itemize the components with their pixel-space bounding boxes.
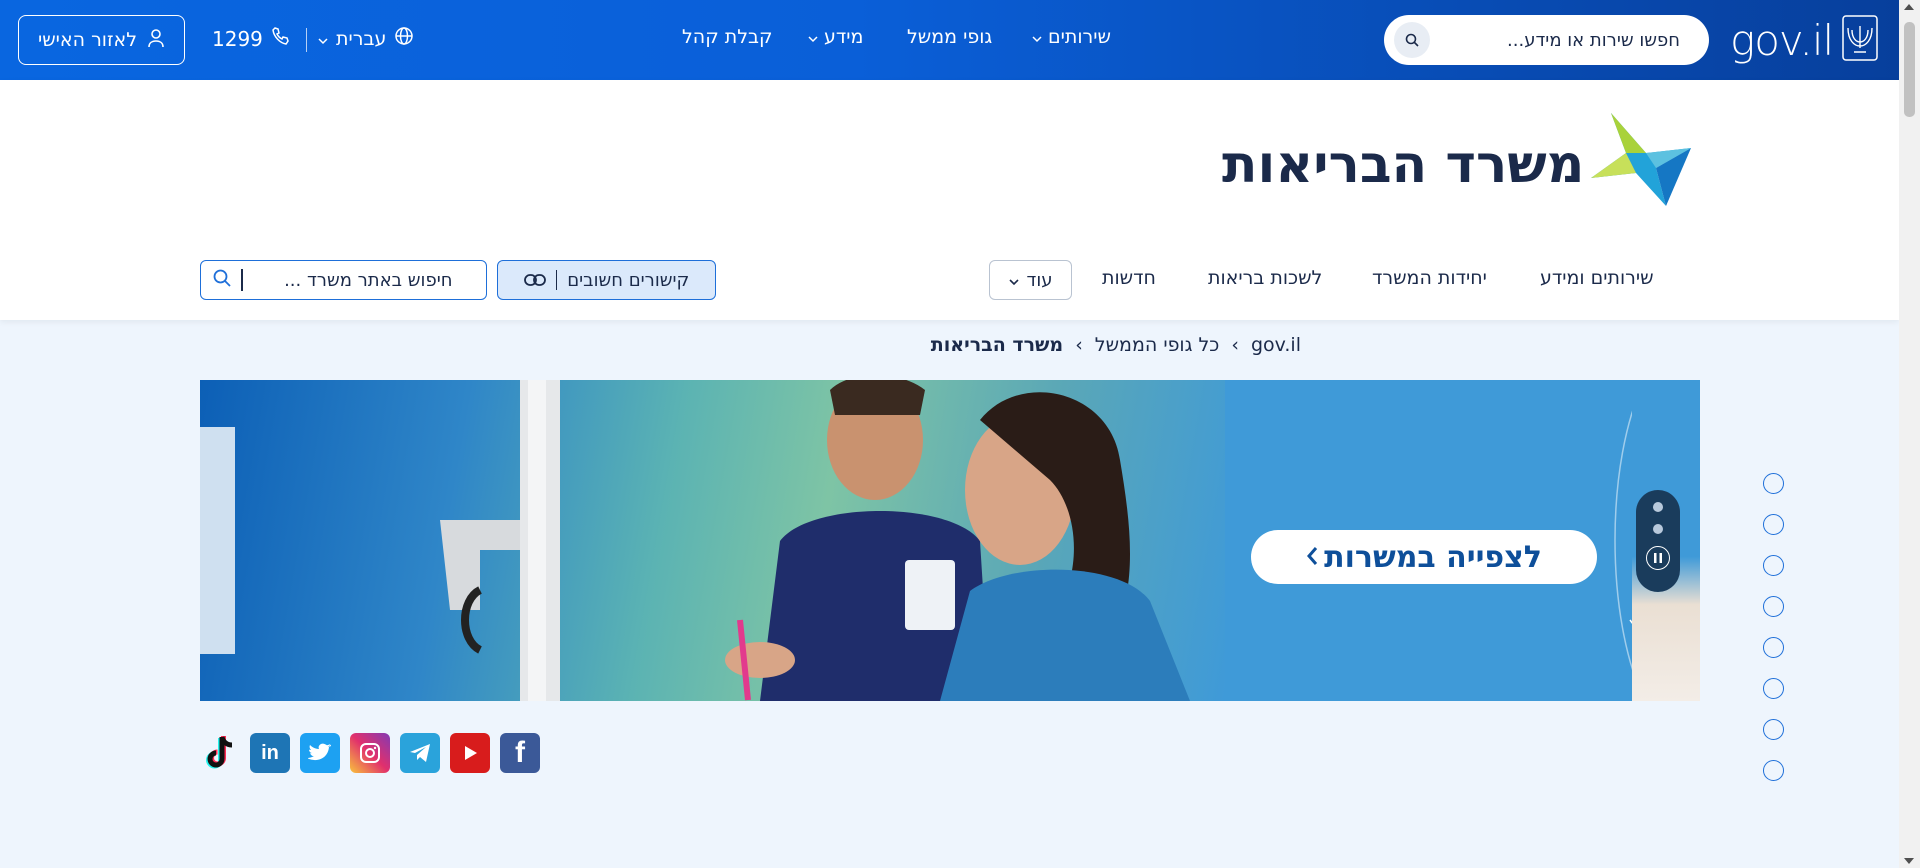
scroll-down-arrow-icon[interactable] bbox=[1904, 858, 1914, 864]
phone-number: 1299 bbox=[212, 26, 263, 51]
personal-area-label: לאזור האישי bbox=[37, 29, 138, 51]
globe-icon bbox=[394, 26, 414, 51]
phone-link[interactable]: 1299 bbox=[212, 26, 291, 51]
telegram-icon[interactable] bbox=[400, 733, 440, 773]
ministry-title: משרד הבריאות bbox=[1222, 135, 1585, 195]
topnav-information[interactable]: מידע bbox=[808, 26, 863, 48]
section-dot-4[interactable] bbox=[1763, 596, 1784, 617]
more-label: עוד bbox=[1026, 269, 1053, 291]
banner-side-panel bbox=[200, 427, 235, 654]
section-dot-3[interactable] bbox=[1763, 555, 1784, 576]
more-dropdown[interactable]: עוד bbox=[989, 260, 1072, 300]
language-selector[interactable]: עברית bbox=[318, 26, 414, 51]
language-label: עברית bbox=[336, 27, 387, 50]
subnav-services-info[interactable]: שירותים ומידע bbox=[1540, 267, 1654, 289]
chevron-down-icon bbox=[808, 26, 818, 48]
chevron-left-icon bbox=[1306, 540, 1318, 575]
pause-icon[interactable] bbox=[1646, 546, 1670, 570]
important-links-label: קישורים חשובים bbox=[567, 269, 690, 291]
ministry-header: משרד הבריאות שירותים ומידע יחידות המשרד … bbox=[0, 80, 1899, 320]
breadcrumb-separator: › bbox=[1231, 334, 1239, 356]
breadcrumb: gov.il › כל גופי הממשל › משרד הבריאות bbox=[931, 334, 1301, 356]
page-scrollbar[interactable] bbox=[1899, 0, 1920, 868]
facebook-icon[interactable]: f bbox=[500, 733, 540, 773]
gov-logo[interactable]: gov.il bbox=[1730, 14, 1879, 66]
gov-search-input[interactable] bbox=[1430, 29, 1680, 51]
menorah-emblem-icon bbox=[1841, 14, 1879, 66]
section-dot-8[interactable] bbox=[1763, 760, 1784, 781]
links-separator bbox=[555, 270, 558, 290]
breadcrumb-separator: › bbox=[1075, 334, 1083, 356]
slide-dot-1[interactable] bbox=[1653, 502, 1663, 512]
search-icon[interactable] bbox=[1394, 22, 1430, 58]
topnav-label: שירותים bbox=[1048, 26, 1111, 48]
banner-photo-medical-staff bbox=[200, 380, 1225, 701]
scrollbar-thumb[interactable] bbox=[1904, 22, 1915, 117]
youtube-icon[interactable] bbox=[450, 733, 490, 773]
topnav-public-reception[interactable]: קבלת קהל bbox=[682, 26, 772, 48]
breadcrumb-home[interactable]: gov.il bbox=[1251, 334, 1301, 356]
chevron-down-icon bbox=[1008, 270, 1019, 291]
breadcrumb-gov-bodies[interactable]: כל גופי הממשל bbox=[1095, 334, 1220, 356]
link-icon bbox=[523, 270, 546, 291]
instagram-icon[interactable] bbox=[350, 733, 390, 773]
gov-logo-text: gov.il bbox=[1730, 15, 1834, 65]
phone-icon bbox=[271, 26, 291, 51]
scroll-up-arrow-icon[interactable] bbox=[1904, 4, 1914, 10]
section-dot-6[interactable] bbox=[1763, 678, 1784, 699]
breadcrumb-current: משרד הבריאות bbox=[930, 334, 1064, 356]
hero-banner: לצפייה במשרות bbox=[200, 380, 1700, 701]
subnav-health-offices[interactable]: לשכות בריאות bbox=[1208, 267, 1322, 289]
search-icon[interactable] bbox=[213, 269, 231, 291]
topbar-divider bbox=[306, 28, 307, 52]
view-jobs-button[interactable]: לצפייה במשרות bbox=[1251, 530, 1597, 584]
gov-search bbox=[1384, 15, 1709, 65]
ministry-search bbox=[200, 260, 487, 300]
topnav-gov-bodies[interactable]: גופי ממשל bbox=[907, 26, 992, 48]
personal-area-button[interactable]: לאזור האישי bbox=[18, 15, 185, 65]
page-section-nav bbox=[1763, 473, 1784, 781]
linkedin-icon[interactable]: in bbox=[250, 733, 290, 773]
topnav-label: קבלת קהל bbox=[682, 26, 773, 48]
social-links: in f bbox=[200, 733, 540, 773]
gov-topbar: לאזור האישי 1299 עברית קבלת קהל מידע גופ… bbox=[0, 0, 1899, 80]
section-dot-2[interactable] bbox=[1763, 514, 1784, 535]
chevron-down-icon bbox=[1032, 26, 1042, 48]
twitter-icon[interactable] bbox=[300, 733, 340, 773]
view-jobs-label: לצפייה במשרות bbox=[1324, 539, 1542, 575]
topnav-services[interactable]: שירותים bbox=[1032, 26, 1111, 48]
topnav-label: גופי ממשל bbox=[907, 26, 993, 48]
ministry-logo-icon[interactable] bbox=[1586, 108, 1696, 212]
section-dot-7[interactable] bbox=[1763, 719, 1784, 740]
section-dot-5[interactable] bbox=[1763, 637, 1784, 658]
ministry-search-input[interactable] bbox=[252, 269, 453, 291]
text-caret bbox=[241, 269, 243, 291]
subnav-news[interactable]: חדשות bbox=[1102, 267, 1156, 289]
user-icon bbox=[147, 28, 165, 53]
subnav-ministry-units[interactable]: יחידות המשרד bbox=[1372, 267, 1487, 289]
tiktok-icon[interactable] bbox=[200, 733, 240, 773]
slide-dot-2[interactable] bbox=[1653, 524, 1663, 534]
chevron-down-icon bbox=[318, 28, 328, 50]
topnav-label: מידע bbox=[824, 26, 864, 48]
section-dot-1[interactable] bbox=[1763, 473, 1784, 494]
important-links-button[interactable]: קישורים חשובים bbox=[497, 260, 716, 300]
slider-controls bbox=[1636, 490, 1680, 592]
